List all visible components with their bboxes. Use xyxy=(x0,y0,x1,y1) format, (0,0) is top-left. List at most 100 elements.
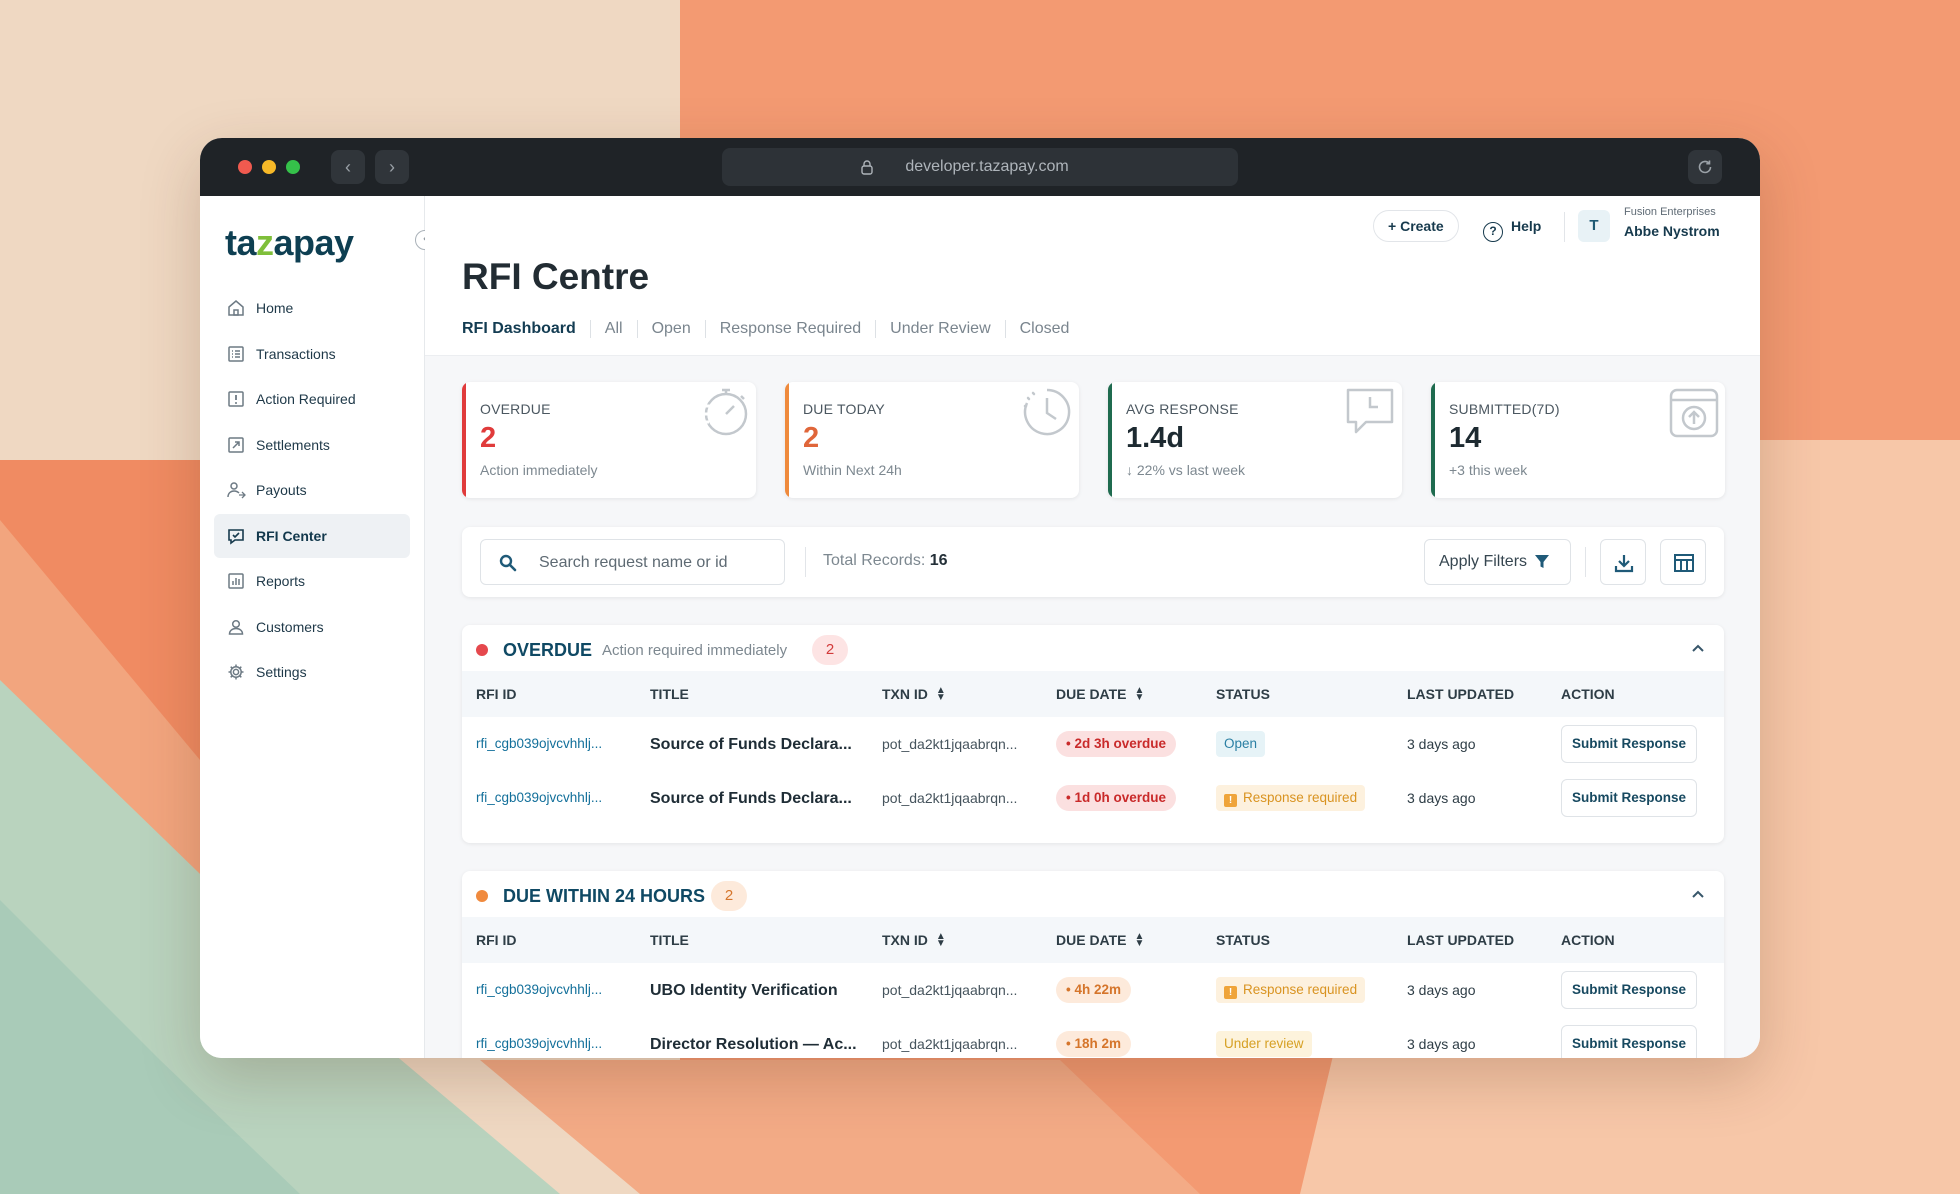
search-input[interactable]: Search request name or id xyxy=(480,539,785,585)
kpi-card-overdue[interactable]: OVERDUE 2 Action immediately xyxy=(462,382,756,498)
submit-response-button[interactable]: Submit Response xyxy=(1561,1025,1697,1058)
tab-rfi-dashboard[interactable]: RFI Dashboard xyxy=(462,320,590,338)
search-placeholder: Search request name or id xyxy=(539,554,728,571)
column-header-due-date[interactable]: DUE DATE ▲ ▼ xyxy=(1056,932,1145,949)
sidebar-item-settlements[interactable]: Settlements xyxy=(214,423,410,467)
filter-icon xyxy=(1535,555,1549,568)
help-label: Help xyxy=(1511,218,1542,234)
create-button[interactable]: + Create xyxy=(1373,210,1459,242)
kpi-value: 2 xyxy=(803,422,820,454)
total-records: Total Records: 16 xyxy=(823,552,948,570)
sidebar-item-home[interactable]: Home xyxy=(214,286,410,330)
rfi-id-link[interactable]: rfi_cgb039ojvcvhhlj... xyxy=(476,790,602,805)
plus-icon: + xyxy=(1388,218,1401,234)
list-icon xyxy=(228,345,244,362)
sidebar-item-rfi-center[interactable]: RFI Center xyxy=(214,513,410,558)
chevron-left-icon: ‹ xyxy=(345,157,351,177)
sidebar-item-action-required[interactable]: Action Required xyxy=(214,377,410,421)
columns-button[interactable] xyxy=(1660,539,1706,585)
rfi-id-link[interactable]: rfi_cgb039ojvcvhhlj... xyxy=(476,736,602,751)
tab-open[interactable]: Open xyxy=(636,320,705,338)
sidebar-item-transactions[interactable]: Transactions xyxy=(214,332,410,376)
sort-icon[interactable]: ▲ ▼ xyxy=(936,686,946,703)
table-row[interactable]: rfi_cgb039ojvcvhhlj... Source of Funds D… xyxy=(462,717,1724,771)
status-badge: ! Response required xyxy=(1216,785,1366,811)
tab-closed[interactable]: Closed xyxy=(1004,320,1084,338)
kpi-value: 1.4d xyxy=(1126,422,1185,454)
submit-response-button[interactable]: Submit Response xyxy=(1561,779,1697,817)
tab-bar: RFI Dashboard All Open Response Required… xyxy=(462,320,1083,338)
section-overdue: OVERDUE Action required immediately 2 RF… xyxy=(462,625,1724,843)
table-columns-icon xyxy=(1674,554,1694,572)
section-title: DUE WITHIN 24 HOURS xyxy=(503,886,706,906)
column-header-last-updated[interactable]: LAST UPDATED xyxy=(1407,686,1514,702)
column-header-txn-id[interactable]: TXN ID ▲ ▼ xyxy=(882,932,946,949)
sidebar-item-payouts[interactable]: Payouts xyxy=(214,468,410,512)
column-header-status[interactable]: STATUS xyxy=(1216,686,1270,702)
column-header-status[interactable]: STATUS xyxy=(1216,932,1270,948)
submit-response-button[interactable]: Submit Response xyxy=(1561,971,1697,1009)
sidebar-item-label: Home xyxy=(256,300,294,316)
chevron-up-icon[interactable] xyxy=(1690,886,1706,902)
kpi-card-avg-response[interactable]: AVG RESPONSE 1.4d ↓ 22% vs last week xyxy=(1108,382,1402,498)
chevron-up-icon[interactable] xyxy=(1690,640,1706,656)
url-text: developer.tazapay.com xyxy=(905,158,1069,175)
minimize-window-button[interactable] xyxy=(262,160,276,174)
last-updated: 3 days ago xyxy=(1407,982,1476,998)
rfi-id-link[interactable]: rfi_cgb039ojvcvhhlj... xyxy=(476,1036,602,1051)
kpi-card-submitted[interactable]: SUBMITTED(7D) 14 +3 this week xyxy=(1431,382,1725,498)
apply-filters-button[interactable]: Apply Filters xyxy=(1424,539,1571,585)
column-header-due-date[interactable]: DUE DATE ▲ ▼ xyxy=(1056,686,1145,703)
sort-icon[interactable]: ▲ ▼ xyxy=(1135,686,1145,703)
address-bar[interactable]: developer.tazapay.com xyxy=(722,148,1238,186)
rfi-id-link[interactable]: rfi_cgb039ojvcvhhlj... xyxy=(476,982,602,997)
avatar[interactable]: T xyxy=(1578,210,1610,242)
sidebar-item-label: Payouts xyxy=(256,482,307,498)
kpi-accent-bar xyxy=(462,382,466,498)
forward-button[interactable]: › xyxy=(375,150,409,184)
sort-icon[interactable]: ▲ ▼ xyxy=(936,932,946,949)
txn-id: pot_da2kt1jqaabrqn... xyxy=(882,736,1018,752)
column-header-title[interactable]: TITLE xyxy=(650,686,689,702)
column-header-action: ACTION xyxy=(1561,686,1615,702)
kpi-value: 14 xyxy=(1449,422,1482,454)
status-badge: ! Response required xyxy=(1216,977,1366,1003)
sidebar-item-reports[interactable]: Reports xyxy=(214,559,410,603)
column-header-rfi-id[interactable]: RFI ID xyxy=(476,686,516,702)
divider xyxy=(1564,212,1565,242)
tab-under-review[interactable]: Under Review xyxy=(875,320,1004,338)
table-row[interactable]: rfi_cgb039ojvcvhhlj... Source of Funds D… xyxy=(462,771,1724,825)
tab-all[interactable]: All xyxy=(589,320,637,338)
alert-icon: ! xyxy=(1224,794,1237,807)
kpi-card-due-today[interactable]: DUE TODAY 2 Within Next 24h xyxy=(785,382,1079,498)
section-header[interactable]: OVERDUE Action required immediately 2 xyxy=(462,625,1724,671)
maximize-window-button[interactable] xyxy=(286,160,300,174)
column-header-title[interactable]: TITLE xyxy=(650,932,689,948)
tazapay-logo[interactable]: tazapay xyxy=(225,222,354,264)
table-row[interactable]: rfi_cgb039ojvcvhhlj... UBO Identity Veri… xyxy=(462,963,1724,1017)
sidebar-item-label: Settlements xyxy=(256,436,330,453)
sidebar-item-customers[interactable]: Customers xyxy=(214,605,410,649)
last-updated: 3 days ago xyxy=(1407,790,1476,806)
column-header-label: DUE DATE xyxy=(1056,686,1127,702)
section-header[interactable]: DUE WITHIN 24 HOURS 2 xyxy=(462,871,1724,917)
help-icon: ? xyxy=(1483,222,1503,242)
table-row[interactable]: rfi_cgb039ojvcvhhlj... Director Resoluti… xyxy=(462,1017,1724,1058)
close-window-button[interactable] xyxy=(238,160,252,174)
user-name[interactable]: Abbe Nystrom xyxy=(1624,223,1720,239)
kpi-accent-bar xyxy=(1431,382,1435,498)
txn-id: pot_da2kt1jqaabrqn... xyxy=(882,982,1018,998)
column-header-rfi-id[interactable]: RFI ID xyxy=(476,932,516,948)
help-button[interactable]: ? Help xyxy=(1483,210,1541,242)
column-header-txn-id[interactable]: TXN ID ▲ ▼ xyxy=(882,686,946,703)
sort-icon[interactable]: ▲ ▼ xyxy=(1135,932,1145,949)
page-header: + Create ? Help T Fusion Enterprises Abbe… xyxy=(425,196,1760,356)
tab-response-required[interactable]: Response Required xyxy=(704,320,875,338)
arrow-square-icon xyxy=(228,436,244,453)
back-button[interactable]: ‹ xyxy=(331,150,365,184)
sidebar-item-settings[interactable]: Settings xyxy=(214,650,410,694)
column-header-last-updated[interactable]: LAST UPDATED xyxy=(1407,932,1514,948)
download-button[interactable] xyxy=(1600,539,1646,585)
reload-button[interactable] xyxy=(1688,150,1722,184)
submit-response-button[interactable]: Submit Response xyxy=(1561,725,1697,763)
